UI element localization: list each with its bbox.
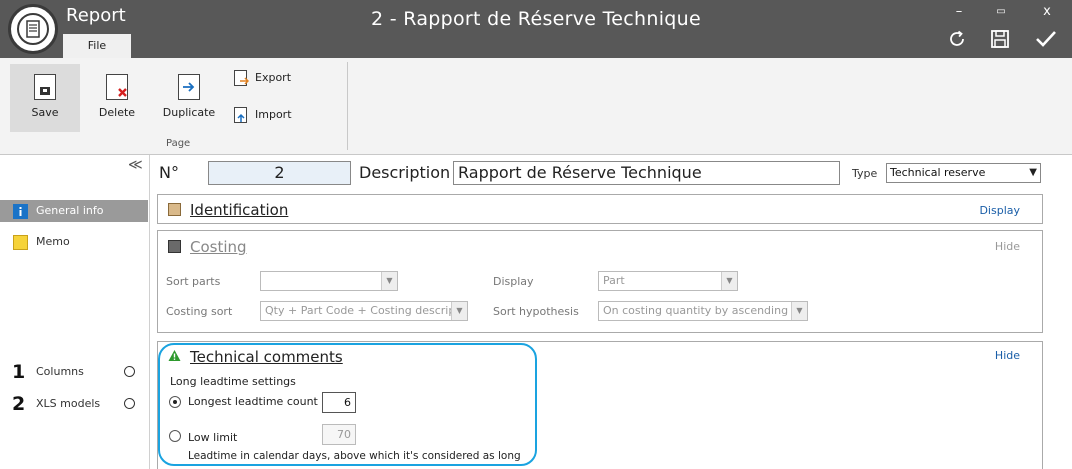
main-content: N° 2 Description Rapport de Réserve Tech… [151,155,1072,469]
longest-leadtime-radio[interactable] [169,396,181,408]
number-field[interactable]: 2 [208,161,351,185]
ribbon: Save Delete Duplicate Export Import Page [0,58,1072,155]
delete-icon [106,74,128,100]
ribbon-divider [347,62,348,150]
sort-parts-select[interactable]: ▼ [260,271,398,291]
identification-title[interactable]: Identification [190,201,288,219]
duplicate-label: Duplicate [162,106,216,119]
description-label: Description [359,163,451,182]
close-button[interactable]: x [1039,4,1055,19]
chevron-down-icon: ▼ [721,272,737,290]
sort-parts-label: Sort parts [166,275,221,288]
longest-leadtime-input[interactable]: 6 [322,392,356,413]
collapse-icon[interactable]: ≪ [128,157,143,173]
warning-icon [168,350,181,361]
import-button[interactable]: Import [234,105,292,125]
title-bar: Report File 2 - Rapport de Réserve Techn… [0,0,1072,58]
nav-item-columns[interactable]: 1 Columns [0,361,148,383]
maximize-button[interactable]: ▭ [993,6,1009,17]
costing-sort-select[interactable]: Qty + Part Code + Costing description ▼ [260,301,468,321]
save-button[interactable]: Save [10,64,80,132]
nav-item-xls-models[interactable]: 2 XLS models [0,393,148,415]
nav-number: 1 [12,361,26,383]
nav-label: Columns [36,365,84,378]
save-icon [34,74,56,100]
costing-sort-value: Qty + Part Code + Costing description [265,304,468,317]
sort-hypothesis-select[interactable]: On costing quantity by ascending order ▼ [598,301,808,321]
long-leadtime-settings-label: Long leadtime settings [170,375,296,388]
chevron-down-icon: ▼ [791,302,807,320]
display-value: Part [603,274,625,287]
status-circle-icon [124,398,135,409]
import-icon [234,107,247,123]
nav-label: Memo [36,235,70,248]
technical-comments-panel: Technical comments Hide Long leadtime se… [157,341,1043,469]
technical-comments-title[interactable]: Technical comments [190,348,343,366]
longest-leadtime-label: Longest leadtime count [188,395,318,408]
costing-title[interactable]: Costing [190,238,247,256]
nav-number: 2 [12,393,26,415]
ribbon-group-label: Page [166,138,191,149]
display-select[interactable]: Part ▼ [598,271,738,291]
identification-icon [168,203,181,216]
info-icon [13,204,28,219]
nav-item-memo[interactable]: Memo [0,231,148,253]
costing-icon [168,240,181,253]
delete-button[interactable]: Delete [86,64,148,132]
low-limit-label: Low limit [188,431,238,444]
export-button[interactable]: Export [234,68,291,88]
hide-link[interactable]: Hide [995,349,1020,362]
chevron-down-icon: ▼ [451,302,467,320]
display-link[interactable]: Display [979,204,1020,217]
identification-panel: Identification Display [157,194,1043,224]
number-label: N° [159,163,179,182]
refresh-icon[interactable] [944,28,970,55]
type-label: Type [852,167,878,180]
description-field[interactable]: Rapport de Réserve Technique [453,161,840,185]
duplicate-button[interactable]: Duplicate [154,64,224,132]
hide-link[interactable]: Hide [995,240,1020,253]
sort-hypothesis-value: On costing quantity by ascending order [603,304,808,317]
save-label: Save [31,106,59,119]
tab-file[interactable]: File [63,34,131,58]
minimize-button[interactable]: – [951,4,967,19]
nav-item-general-info[interactable]: General info [0,200,148,222]
memo-note-icon [13,235,28,250]
export-icon [234,70,249,86]
duplicate-icon [178,74,200,100]
save-disk-icon[interactable] [987,28,1013,55]
checkmark-icon[interactable] [1033,28,1059,55]
status-circle-icon [124,366,135,377]
chevron-down-icon: ▼ [381,272,397,290]
type-value: Technical reserve [890,166,986,179]
delete-label: Delete [98,106,136,119]
costing-panel: Costing Hide Sort parts ▼ Display Part ▼… [157,230,1043,333]
export-label: Export [255,71,292,84]
nav-label: XLS models [36,397,101,410]
display-label: Display [493,275,534,288]
nav-label: General info [36,204,104,217]
costing-sort-label: Costing sort [166,305,233,318]
chevron-down-icon: ▼ [1029,167,1037,178]
window-title: 2 - Rapport de Réserve Technique [371,8,701,30]
sort-hypothesis-label: Sort hypothesis [493,305,579,318]
import-label: Import [255,108,292,121]
leadtime-note: Leadtime in calendar days, above which i… [188,450,521,462]
type-select[interactable]: Technical reserve ▼ [886,163,1041,183]
low-limit-radio[interactable] [169,430,181,442]
left-navigation: ≪ General info Memo 1 Columns 2 XLS mode… [0,155,150,469]
low-limit-input[interactable]: 70 [322,424,356,445]
